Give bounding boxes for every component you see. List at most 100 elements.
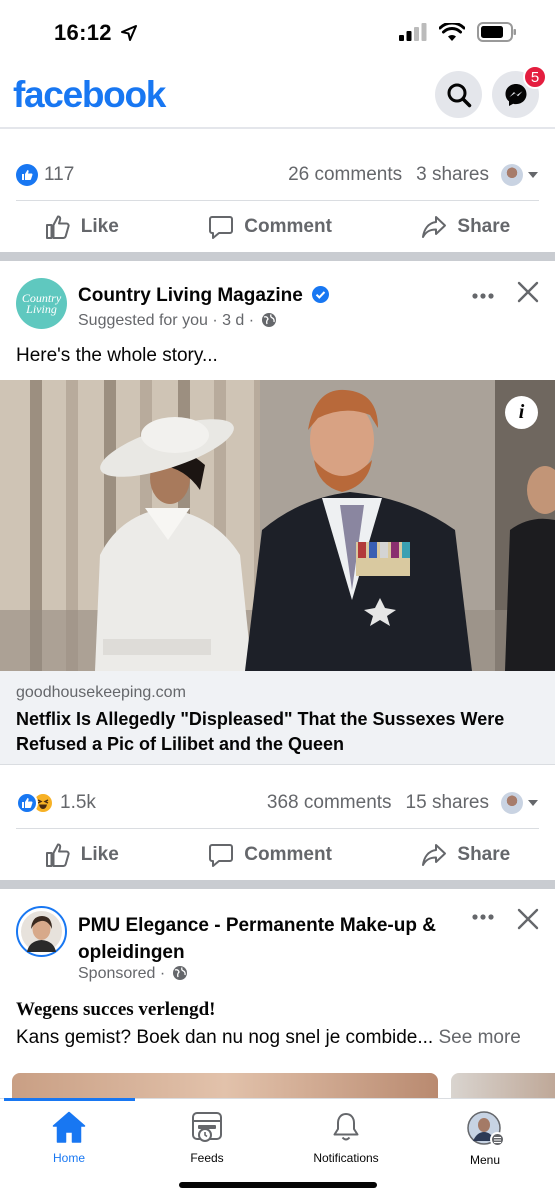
post3-page-name[interactable]: PMU Elegance - Permanente Make-up & ople…: [78, 912, 458, 966]
globe-icon: [261, 313, 276, 327]
post1-divider: [16, 200, 539, 201]
post2-text: Here's the whole story...: [16, 345, 218, 366]
post1-comments-count[interactable]: 26 comments: [288, 164, 402, 186]
thumbs-up-icon: [45, 215, 70, 239]
tab-feeds[interactable]: Feeds: [147, 1111, 267, 1165]
globe-icon: [172, 966, 187, 980]
facebook-logo[interactable]: facebook: [13, 74, 166, 116]
status-time: 16:12: [54, 20, 138, 46]
search-button[interactable]: [435, 71, 482, 118]
viewer-avatar[interactable]: [501, 164, 523, 186]
post1-actions: Like Comment Share: [0, 214, 555, 240]
signal-icon: [399, 23, 427, 41]
post2-divider: [16, 828, 539, 829]
post3-close-button[interactable]: [517, 908, 539, 935]
clock-text: 16:12: [54, 20, 112, 45]
info-icon[interactable]: i: [505, 396, 538, 429]
home-indicator: [179, 1182, 377, 1188]
caret-down-icon[interactable]: [527, 171, 539, 179]
post2-counts: 1.5k 368 comments 15 shares: [16, 792, 539, 814]
thumbs-up-icon: [45, 843, 70, 867]
messenger-button[interactable]: 5: [492, 65, 547, 118]
battery-icon: [477, 22, 516, 42]
tab-menu[interactable]: Menu: [425, 1111, 545, 1167]
pmu-avatar-photo: [21, 911, 62, 952]
post1-share-button[interactable]: Share: [421, 214, 510, 240]
link-domain: goodhousekeeping.com: [16, 684, 186, 701]
home-icon: [52, 1111, 86, 1143]
post2-actions: Like Comment Share: [0, 842, 555, 868]
country-living-avatar[interactable]: Country Living: [16, 278, 67, 329]
more-dots-icon: [472, 914, 494, 920]
bell-icon: [333, 1113, 359, 1141]
verified-badge-icon: [312, 286, 330, 303]
wifi-icon: [439, 22, 465, 41]
post1-counts: 117 26 comments 3 shares: [16, 164, 539, 186]
messenger-icon: [505, 83, 526, 106]
tab-home-label: Home: [52, 1151, 85, 1165]
comment-label: Comment: [244, 216, 332, 237]
post3-meta-text: Sponsored ·: [78, 965, 166, 982]
post3-meta: Sponsored ·: [78, 965, 188, 983]
link-title: Netflix Is Allegedly "Displeased" That t…: [16, 709, 505, 754]
post1-comment-button[interactable]: Comment: [208, 214, 332, 240]
post2-meta: Suggested for you · 3 d ·: [78, 312, 277, 330]
post3-text: Kans gemist? Boek dan nu nog snel je com…: [16, 1027, 434, 1048]
comment-icon: [209, 216, 234, 239]
post2-close-button[interactable]: [517, 281, 539, 308]
post2-shares-count[interactable]: 15 shares: [406, 792, 489, 814]
see-more-link[interactable]: See more: [438, 1027, 520, 1048]
post-separator: [0, 252, 555, 261]
post3-text-line: Kans gemist? Boek dan nu nog snel je com…: [16, 1027, 541, 1049]
share-icon: [422, 216, 447, 238]
tab-notifications-label: Notifications: [313, 1151, 379, 1165]
like-label: Like: [80, 844, 119, 865]
share-icon: [422, 844, 447, 866]
post2-like-button[interactable]: Like: [45, 842, 119, 868]
close-icon: [517, 281, 539, 303]
tab-home[interactable]: Home: [9, 1111, 129, 1165]
caret-down-icon[interactable]: [527, 799, 539, 807]
tab-feeds-label: Feeds: [190, 1151, 224, 1165]
avatar-text: Country Living: [21, 290, 62, 316]
post2-page-name[interactable]: Country Living Magazine: [78, 285, 330, 307]
comment-label: Comment: [244, 844, 332, 865]
like-reaction-icon: [16, 792, 38, 814]
menu-avatar: [467, 1111, 505, 1147]
post2-more-button[interactable]: [471, 280, 495, 306]
pmu-avatar[interactable]: [16, 906, 67, 957]
close-icon: [517, 908, 539, 930]
post2-image[interactable]: i: [0, 380, 555, 671]
post2-meta-text: Suggested for you · 3 d ·: [78, 312, 255, 329]
post1-reaction-count[interactable]: 117: [44, 164, 74, 186]
post2-reaction-count[interactable]: 1.5k: [60, 792, 96, 814]
post1-like-button[interactable]: Like: [45, 214, 119, 240]
post3-headline: Wegens succes verlengd!: [16, 999, 216, 1020]
viewer-avatar[interactable]: [501, 792, 523, 814]
link-preview[interactable]: goodhousekeeping.com Netflix Is Allegedl…: [0, 671, 555, 765]
location-arrow-icon: [121, 25, 138, 41]
like-label: Like: [80, 216, 119, 237]
active-tab-indicator: [4, 1098, 135, 1101]
share-label: Share: [457, 216, 511, 237]
post3-more-button[interactable]: [471, 908, 495, 926]
share-label: Share: [457, 844, 511, 865]
header-divider: [0, 127, 555, 129]
messenger-badge: 5: [523, 65, 547, 89]
search-icon: [447, 83, 471, 107]
post2-share-button[interactable]: Share: [421, 842, 510, 868]
comment-icon: [209, 844, 234, 867]
tab-notifications[interactable]: Notifications: [286, 1111, 406, 1165]
royal-couple-photo: [0, 380, 555, 671]
more-dots-icon: [472, 293, 494, 299]
like-reaction-icon: [16, 164, 38, 186]
post-separator: [0, 880, 555, 889]
tab-menu-label: Menu: [469, 1153, 501, 1167]
post1-shares-count[interactable]: 3 shares: [416, 164, 489, 186]
menu-lines-icon: [490, 1132, 505, 1147]
page-name-text: Country Living Magazine: [78, 285, 303, 306]
feeds-icon: [192, 1112, 222, 1142]
status-icons: [399, 22, 517, 42]
post2-comments-count[interactable]: 368 comments: [267, 792, 392, 814]
post2-comment-button[interactable]: Comment: [208, 842, 332, 868]
